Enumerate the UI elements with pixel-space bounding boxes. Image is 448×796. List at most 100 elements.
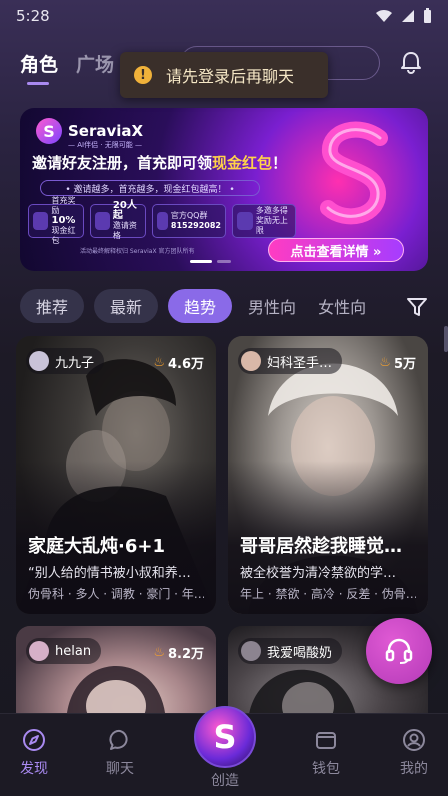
category-filters: 推荐 最新 趋势 男性向 女性向 [20,288,372,324]
banner-title-c: ！ [272,154,288,172]
banner-slogan: • 邀请越多，首充越多，现金红包越高！ • [40,180,260,196]
nav-chat-label: 聊天 [106,761,134,777]
headset-icon [385,638,413,664]
avatar [241,351,261,371]
wifi-icon [376,9,392,22]
page-dot [217,260,231,263]
nav-wallet-label: 钱包 [312,761,340,777]
popularity-value: 5万 [393,357,416,372]
author-chip[interactable]: helan [26,638,102,664]
card-title: 哥哥居然趁我睡觉… [240,536,402,557]
filter-latest[interactable]: 最新 [94,289,159,323]
perk-bottom: 邀请资格 [112,221,137,240]
brand-tagline: — AI伴侣 · 无限可能 — [68,141,142,149]
filter-trending[interactable]: 趋势 [168,289,233,323]
tab-characters[interactable]: 角色 [20,50,58,85]
status-bar: 5:28 [0,0,448,32]
brand-logo-icon: S [36,118,62,144]
card-description: “别人给的情书被小叔和养… [28,566,191,581]
nav-chat[interactable]: 聊天 [90,728,150,778]
filter-male-oriented[interactable]: 男性向 [242,289,302,323]
create-button[interactable]: S [194,706,256,768]
nav-create-label: 创造 [211,773,239,789]
funnel-icon[interactable] [406,296,428,318]
perk-invite: 20人起 邀请资格 [90,201,146,240]
scrollbar[interactable] [444,326,448,352]
chat-bubble-icon [109,729,128,750]
promo-banner[interactable]: S SeraviaX — AI伴侣 · 无限可能 — 邀请好友注册，首充即可领现… [20,108,428,271]
avatar [29,641,49,661]
flame-icon: ♨ [379,355,391,370]
perk-top: 多邀多得 [255,206,288,215]
avatar [241,641,261,661]
bell-icon[interactable] [400,50,422,74]
perk-first-charge: 首充奖励 10% 现金红包 [28,196,84,245]
card-description: 被全校誉为清冷禁欲的学… [240,566,397,581]
status-icons [375,8,432,24]
banner-title-a: 邀请好友注册，首充即可领 [32,154,213,172]
flame-icon: ♨ [153,355,165,370]
banner-disclaimer: 活动最终解释权归 SeraviaX 官方团队所有 [80,248,195,255]
card-tags: 年上 · 禁欲 · 高冷 · 反差 · 伪骨… [240,587,416,601]
perk-unlimited: 多邀多得 奖励无上限 [232,204,296,238]
create-s-icon: S [213,718,237,756]
perk-bottom: 现金红包 [51,226,76,245]
brand-s-logo-icon [320,121,388,225]
character-card[interactable]: 妇科圣手… ♨ 5万 哥哥居然趁我睡觉… 被全校誉为清冷禁欲的学… 年上 · 禁欲… [228,336,428,614]
signal-icon [402,10,414,22]
users-icon [95,212,110,230]
nav-me[interactable]: 我的 [384,728,444,778]
character-card[interactable]: helan ♨ 8.2万 [16,626,216,726]
view-details-button[interactable]: 点击查看详情 » [268,238,404,262]
warning-icon: ! [134,66,152,84]
author-chip[interactable]: 我爱喝酸奶 [238,638,343,664]
nav-wallet[interactable]: 钱包 [296,728,356,778]
character-card[interactable]: 九九子 ♨ 4.6万 家庭大乱炖·6+1 “别人给的情书被小叔和养… 伪骨科 · … [16,336,216,614]
popularity-value: 8.2万 [167,647,204,662]
author-name: 九九子 [55,355,95,371]
brand: S SeraviaX — AI伴侣 · 无限可能 — [36,118,144,149]
reward-icon [237,212,253,230]
nav-me-label: 我的 [400,761,428,777]
author-name: helan [55,643,92,659]
tab-plaza[interactable]: 广场 [76,50,114,77]
avatar [29,351,49,371]
banner-pagination [190,260,231,263]
popularity-count: ♨ 5万 [379,353,416,372]
banner-title-highlight: 现金红包 [212,154,273,172]
support-button[interactable] [366,618,432,684]
page-dot-active [190,260,212,263]
perk-qq-group: 官方QQ群 815292082 [152,204,226,238]
perk-top: 首充奖励 [51,196,76,215]
filter-recommended[interactable]: 推荐 [20,289,85,323]
compass-icon [23,729,45,751]
nav-discover-label: 发现 [20,761,48,777]
popularity-count: ♨ 4.6万 [153,353,204,372]
filter-female-oriented[interactable]: 女性向 [312,289,372,323]
card-title: 家庭大乱炖·6+1 [28,536,165,557]
gift-icon [33,212,49,230]
card-tags: 伪骨科 · 多人 · 调教 · 豪门 · 年… [28,587,204,601]
author-chip[interactable]: 九九子 [26,348,105,374]
qq-icon [157,212,168,230]
brand-name: SeraviaX [68,122,144,140]
flame-icon: ♨ [153,645,165,660]
clock: 5:28 [16,7,50,25]
popularity-count: ♨ 8.2万 [153,643,204,662]
perk-big: 20人起 [112,200,137,221]
toast-text: 请先登录后再聊天 [166,67,295,86]
nav-discover[interactable]: 发现 [4,728,64,778]
popularity-value: 4.6万 [167,357,204,372]
perk-big: 815292082 [170,221,221,230]
bottom-navigation: 发现 聊天 S 创造 钱包 我的 [0,706,448,796]
banner-title: 邀请好友注册，首充即可领现金红包！ [32,152,287,173]
author-name: 妇科圣手… [267,355,333,371]
perk-top: 官方QQ群 [170,211,208,220]
perk-big: 10% [51,215,76,226]
profile-icon [403,729,425,751]
author-name: 我爱喝酸奶 [267,645,333,661]
login-toast: ! 请先登录后再聊天 [120,52,328,98]
perk-bottom: 奖励无上限 [255,216,288,235]
battery-icon [424,8,431,23]
author-chip[interactable]: 妇科圣手… [238,348,343,374]
